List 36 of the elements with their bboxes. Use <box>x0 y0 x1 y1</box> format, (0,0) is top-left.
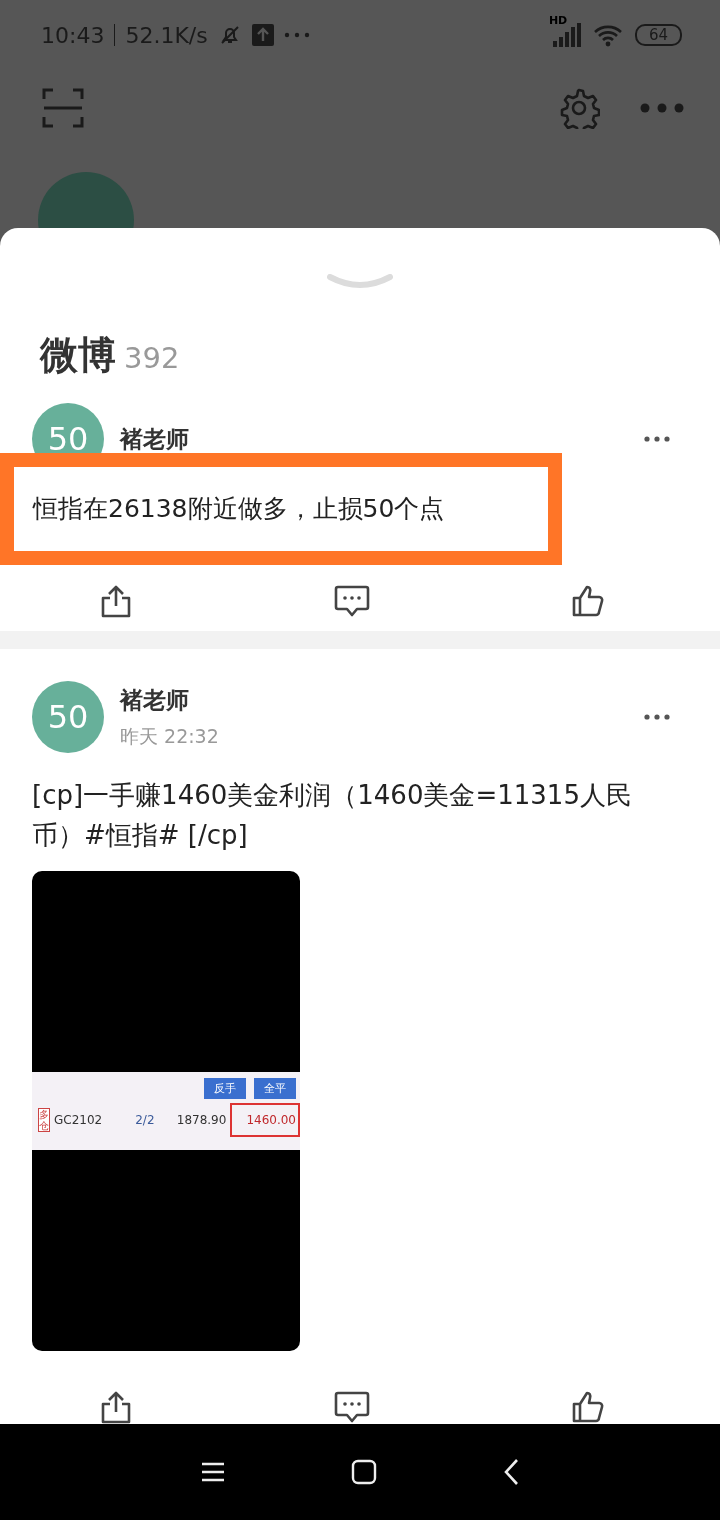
comment-icon[interactable] <box>333 1390 370 1424</box>
back-icon[interactable] <box>503 1458 519 1486</box>
network-type: HD <box>548 14 568 27</box>
home-icon[interactable] <box>351 1459 377 1485</box>
trade-button[interactable]: 全平 <box>254 1078 296 1099</box>
more-icon[interactable] <box>644 435 670 443</box>
price-text: 1878.90 <box>176 1113 227 1127</box>
post-text: 恒指在26138附近做多，止损50个点 <box>0 453 562 565</box>
post-time: 昨天 22:32 <box>120 723 220 749</box>
clock-time: 10:43 <box>41 22 105 48</box>
share-icon[interactable] <box>100 1390 132 1424</box>
post-count: 392 <box>124 341 180 375</box>
more-icon[interactable] <box>644 713 670 721</box>
upload-icon <box>251 24 274 46</box>
more-icon <box>283 31 310 39</box>
lots-text: 2/2 <box>135 1113 156 1127</box>
scan-icon[interactable] <box>42 86 84 129</box>
thumbs-up-icon[interactable] <box>571 1390 605 1424</box>
post-text: [cp]一手赚1460美金利润（1460美金=11315人民币）#恒指# [/cp] <box>32 779 633 852</box>
signal-icon <box>552 23 581 47</box>
sheet-title: 微博 <box>40 332 116 379</box>
menu-icon[interactable] <box>201 1462 225 1482</box>
position-tag: 多仓 <box>38 1108 50 1132</box>
comment-icon[interactable] <box>333 584 370 618</box>
author-name: 褚老师 <box>120 685 190 715</box>
share-icon[interactable] <box>100 584 132 618</box>
avatar: 50 <box>32 681 104 753</box>
symbol-text: GC2102 <box>54 1113 104 1127</box>
trade-button[interactable]: 反手 <box>204 1078 246 1099</box>
author-name: 褚老师 <box>120 424 190 454</box>
profit-text: 1460.00 <box>230 1103 300 1137</box>
settings-icon[interactable] <box>558 86 600 129</box>
thumbs-up-icon[interactable] <box>571 584 605 618</box>
network-speed: 52.1K/s <box>125 22 208 48</box>
wifi-icon <box>592 23 623 47</box>
battery-indicator: 64 <box>634 24 682 46</box>
